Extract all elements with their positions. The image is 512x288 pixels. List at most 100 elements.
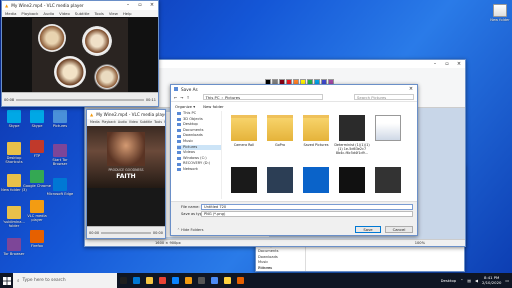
chevron-up-icon[interactable]: ⌃ bbox=[460, 278, 463, 283]
vlc-window-top[interactable]: ▲ My Wine2.mp4 - VLC media player – ▫ × Me… bbox=[1, 0, 159, 107]
desktop-toolbar-label[interactable]: Desktop bbox=[441, 278, 457, 283]
menu-item-tools[interactable]: Tools bbox=[94, 10, 103, 17]
file-name: Saved Pictures bbox=[303, 143, 329, 147]
vlc-window-middle[interactable]: ▲ My Wine2.mp4 - VLC media player Media P… bbox=[86, 109, 166, 239]
command-bar: Organize ▾ New folder bbox=[175, 104, 224, 109]
app-icon bbox=[120, 277, 127, 284]
taskbar-app[interactable] bbox=[195, 273, 208, 288]
nav-item-network[interactable]: Network bbox=[177, 167, 221, 173]
folder-icon bbox=[177, 117, 181, 121]
taskbar-app[interactable] bbox=[182, 273, 195, 288]
desktop-icon-new-folder[interactable]: New folder bbox=[486, 4, 512, 22]
image-thumbnail[interactable] bbox=[375, 115, 401, 141]
desktop-icon-label: Skype bbox=[8, 124, 20, 128]
breadcrumb-this-pc[interactable]: This PC bbox=[206, 95, 220, 100]
dialog-titlebar: Save As × bbox=[171, 85, 417, 93]
save-as-dialog[interactable]: Save As × ← → ↑ This PC › Pictures Search… bbox=[170, 84, 418, 236]
total-time: 00:11 bbox=[145, 97, 156, 102]
canvas-size: 1600 × 900px bbox=[155, 241, 181, 245]
folder-icon[interactable] bbox=[267, 115, 293, 141]
minimize-icon[interactable]: – bbox=[122, 1, 134, 10]
poster-text-line1: PRODUCE GOODNESS bbox=[108, 168, 144, 172]
forward-arrow-icon[interactable]: → bbox=[180, 95, 183, 100]
menu-item-view[interactable]: View bbox=[164, 119, 165, 126]
app-icon bbox=[133, 277, 140, 284]
app-icon bbox=[53, 144, 67, 157]
network-icon[interactable]: ▤ bbox=[467, 278, 471, 283]
desktop-icon-col3-2[interactable]: Microsoft Edge bbox=[46, 178, 74, 196]
taskbar-app[interactable] bbox=[221, 273, 234, 288]
folder-icon[interactable] bbox=[231, 115, 257, 141]
app-icon bbox=[30, 230, 44, 243]
new-folder-button[interactable]: New folder bbox=[203, 104, 224, 109]
file-name-input[interactable]: Untitled 720 bbox=[201, 204, 413, 210]
address-bar[interactable]: This PC › Pictures bbox=[202, 94, 323, 100]
hide-folders-toggle[interactable]: ⌃ Hide Folders bbox=[177, 228, 204, 232]
desktop-icon-label: VLC media player bbox=[27, 214, 47, 223]
seek-bar[interactable] bbox=[101, 231, 151, 234]
desktop-icon-col3-1[interactable]: Start Tor Browser bbox=[46, 144, 74, 166]
taskbar-app[interactable] bbox=[234, 273, 247, 288]
file-name: GoPro bbox=[274, 143, 286, 147]
menu-item-help[interactable]: Help bbox=[123, 10, 132, 17]
image-thumbnail[interactable] bbox=[339, 115, 365, 141]
menu-item-media[interactable]: Media bbox=[5, 10, 16, 17]
paint-app-icon bbox=[174, 87, 178, 91]
start-button[interactable] bbox=[0, 273, 13, 288]
menu-item-video[interactable]: Video bbox=[59, 10, 70, 17]
image-thumbnail[interactable] bbox=[375, 167, 401, 193]
image-thumbnail[interactable] bbox=[267, 167, 293, 193]
search-input[interactable]: Search Pictures bbox=[354, 94, 414, 100]
desktop-icon-label: New folder (3) bbox=[1, 188, 27, 192]
desktop-icon-col2-3[interactable]: VLC media player bbox=[23, 200, 51, 222]
menu-item-video[interactable]: Video bbox=[129, 119, 138, 126]
menu-item-subtitle[interactable]: Subtitle bbox=[140, 119, 152, 126]
app-icon bbox=[30, 140, 44, 153]
menu-item-playback[interactable]: Playback bbox=[21, 10, 38, 17]
seek-bar[interactable] bbox=[16, 98, 144, 101]
app-icon bbox=[7, 238, 21, 251]
menu-item-subtitle[interactable]: Subtitle bbox=[75, 10, 90, 17]
menu-item-tools[interactable]: Tools bbox=[154, 119, 162, 126]
menu-item-playback[interactable]: Playback bbox=[102, 119, 116, 126]
taskbar-app[interactable] bbox=[156, 273, 169, 288]
save-type-select[interactable]: PNG (*.png) bbox=[201, 211, 413, 217]
taskbar-app[interactable] bbox=[117, 273, 130, 288]
taskbar-app[interactable] bbox=[130, 273, 143, 288]
taskbar-app[interactable] bbox=[208, 273, 221, 288]
maximize-icon[interactable]: ▫ bbox=[134, 1, 146, 10]
windows-logo-icon bbox=[2, 276, 11, 285]
dialog-footer: File name: Untitled 720 Save as type: PN… bbox=[171, 201, 417, 235]
image-thumbnail[interactable] bbox=[231, 167, 257, 193]
taskbar-search-box[interactable]: ⌕ Type here to search bbox=[13, 273, 117, 288]
app-icon bbox=[185, 277, 192, 284]
app-icon bbox=[53, 178, 67, 191]
breadcrumb-pictures[interactable]: Pictures bbox=[225, 95, 240, 100]
menu-item-media[interactable]: Media bbox=[90, 119, 100, 126]
folder-icon[interactable] bbox=[303, 115, 329, 141]
vlc-title: My Wine2.mp4 - VLC media player bbox=[96, 112, 165, 117]
organize-button[interactable]: Organize ▾ bbox=[175, 104, 195, 109]
save-button[interactable]: Save bbox=[355, 226, 381, 233]
taskbar-app[interactable] bbox=[143, 273, 156, 288]
menu-item-view[interactable]: View bbox=[109, 10, 118, 17]
taskbar-app[interactable] bbox=[169, 273, 182, 288]
menu-item-audio[interactable]: Audio bbox=[43, 10, 54, 17]
desktop-icon-col2-4[interactable]: Firefox bbox=[23, 230, 51, 248]
image-thumbnail[interactable] bbox=[303, 167, 329, 193]
app-icon bbox=[30, 110, 44, 123]
up-arrow-icon[interactable]: ↑ bbox=[186, 95, 189, 100]
back-arrow-icon[interactable]: ← bbox=[174, 95, 177, 100]
search-placeholder: Type here to search bbox=[22, 278, 66, 283]
desktop-icon-col3-0[interactable]: Pictures bbox=[46, 110, 74, 128]
notification-icon[interactable]: ▭ bbox=[505, 278, 509, 283]
file-name: Camera Roll bbox=[233, 143, 255, 147]
folder-icon bbox=[177, 168, 181, 172]
volume-icon[interactable]: ◀ bbox=[475, 278, 478, 283]
image-thumbnail[interactable] bbox=[339, 167, 365, 193]
vlc-titlebar: ▲ My Wine2.mp4 - VLC media player bbox=[87, 110, 165, 119]
close-icon[interactable]: × bbox=[146, 1, 158, 10]
clock[interactable]: 8:41 PM 2/10/2020 bbox=[482, 275, 501, 285]
menu-item-audio[interactable]: Audio bbox=[118, 119, 127, 126]
cancel-button[interactable]: Cancel bbox=[385, 226, 413, 233]
